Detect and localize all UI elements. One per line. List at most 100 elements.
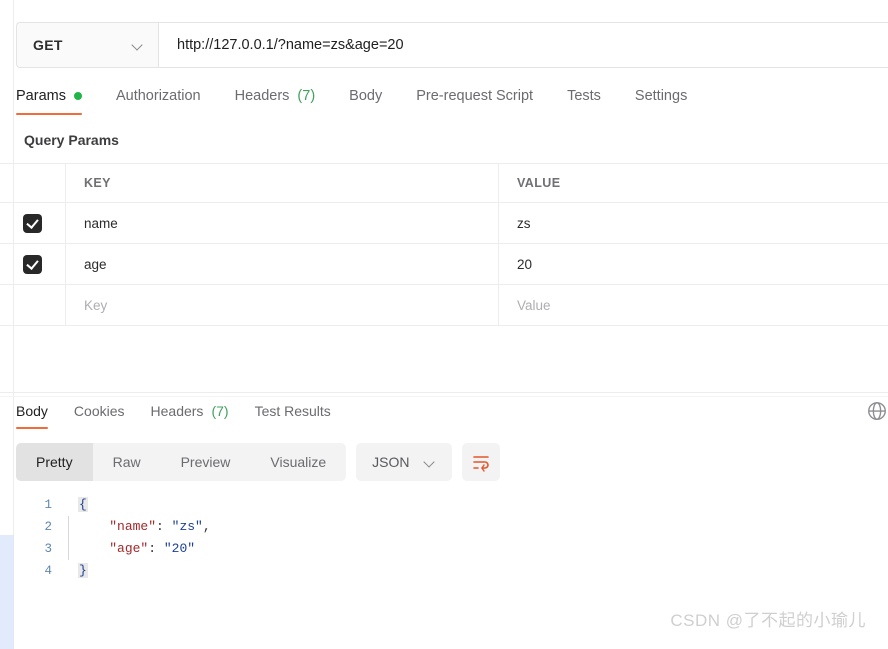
view-mode-visualize[interactable]: Visualize: [250, 443, 346, 481]
param-key-placeholder: Key: [84, 297, 108, 313]
json-value: "20": [163, 541, 196, 556]
json-separator: :: [148, 541, 164, 556]
tab-params[interactable]: Params: [16, 84, 82, 115]
response-tab-body-label: Body: [16, 403, 48, 419]
globe-icon[interactable]: [866, 400, 888, 422]
tab-headers-count: (7): [297, 88, 316, 104]
json-value: "zs": [171, 519, 203, 534]
view-mode-preview-label: Preview: [180, 454, 231, 470]
view-mode-pretty[interactable]: Pretty: [16, 443, 93, 481]
view-mode-preview[interactable]: Preview: [161, 443, 251, 481]
param-enabled-checkbox[interactable]: [23, 213, 42, 233]
param-value-text: 20: [517, 256, 533, 272]
wrap-text-button[interactable]: [461, 443, 500, 481]
line-number: 1: [44, 498, 52, 512]
tab-tests-label: Tests: [567, 88, 601, 104]
view-mode-visualize-label: Visualize: [270, 454, 327, 470]
tab-headers[interactable]: Headers (7): [235, 84, 316, 115]
params-modified-dot-icon: [73, 92, 82, 100]
param-value-placeholder: Value: [517, 297, 551, 313]
tab-settings[interactable]: Settings: [635, 84, 687, 115]
response-tab-test-results[interactable]: Test Results: [255, 400, 331, 429]
json-comma: ,: [202, 519, 211, 534]
tab-settings-label: Settings: [634, 88, 688, 104]
url-input[interactable]: http://127.0.0.1/?name=zs&age=20: [159, 23, 888, 67]
request-tabs: Params Authorization Headers (7) Body Pr…: [16, 84, 888, 120]
tab-pre-request-script[interactable]: Pre-request Script: [416, 84, 533, 115]
response-tab-cookies-label: Cookies: [73, 403, 125, 419]
code-content: "age": "20": [78, 538, 195, 560]
row-check-cell: [0, 285, 66, 325]
code-content: {: [78, 494, 88, 516]
param-key-text: age: [84, 256, 107, 272]
row-key-cell[interactable]: Key: [66, 285, 499, 325]
code-line: 4 }: [16, 560, 888, 582]
fold-guide: [62, 538, 78, 560]
row-value-cell[interactable]: zs: [499, 203, 888, 243]
param-value-text: zs: [517, 215, 531, 231]
left-rail-selected-strip: [0, 535, 14, 649]
param-key-text: name: [84, 215, 118, 231]
row-value-cell[interactable]: 20: [499, 244, 888, 284]
code-line: 1 {: [16, 494, 888, 516]
response-tab-headers[interactable]: Headers (7): [151, 400, 229, 429]
tab-authorization-label: Authorization: [115, 88, 201, 104]
code-content: }: [78, 560, 88, 582]
response-tab-cookies[interactable]: Cookies: [74, 400, 125, 429]
chevron-down-icon: [424, 456, 436, 468]
header-cell-check: [0, 164, 66, 202]
param-enabled-checkbox[interactable]: [23, 254, 42, 274]
query-params-table: KEY VALUE name zs age 20 Key Value: [0, 163, 888, 326]
code-content: "name": "zs",: [78, 516, 211, 538]
table-row: name zs: [0, 203, 888, 244]
watermark: CSDN @了不起的小瑜儿: [670, 611, 866, 630]
json-separator: :: [156, 519, 172, 534]
tab-body-label: Body: [349, 88, 383, 104]
code-line: 2 "name": "zs",: [16, 516, 888, 538]
table-row: age 20: [0, 244, 888, 285]
view-mode-raw[interactable]: Raw: [93, 443, 161, 481]
view-mode-pretty-label: Pretty: [36, 454, 73, 470]
tab-headers-label: Headers: [234, 88, 290, 104]
http-method-select[interactable]: GET: [17, 23, 159, 67]
json-key: "name": [109, 519, 157, 534]
fold-guide: [62, 516, 78, 538]
fold-marker[interactable]: [62, 494, 78, 516]
response-language-select[interactable]: JSON: [356, 443, 452, 481]
response-toolbar: Pretty Raw Preview Visualize JSON: [16, 443, 500, 481]
row-key-cell[interactable]: age: [66, 244, 499, 284]
panel-divider: [0, 392, 888, 393]
table-header-row: KEY VALUE: [0, 164, 888, 203]
response-language-label: JSON: [372, 454, 410, 470]
row-key-cell[interactable]: name: [66, 203, 499, 243]
chevron-down-icon: [132, 39, 144, 51]
json-key: "age": [109, 541, 149, 556]
response-tabs: Body Cookies Headers (7) Test Results: [14, 400, 888, 433]
header-cell-value: VALUE: [499, 164, 888, 202]
line-number: 4: [44, 564, 52, 578]
row-check-cell: [0, 203, 66, 243]
response-view-mode-group: Pretty Raw Preview Visualize: [16, 443, 347, 481]
row-value-cell[interactable]: Value: [499, 285, 888, 325]
response-tab-test-results-label: Test Results: [254, 403, 331, 419]
line-number: 3: [44, 542, 52, 556]
response-tab-headers-count: (7): [211, 403, 229, 419]
tab-pre-request-script-label: Pre-request Script: [416, 88, 534, 104]
postman-window: GET http://127.0.0.1/?name=zs&age=20 Par…: [0, 0, 888, 649]
url-text: http://127.0.0.1/?name=zs&age=20: [177, 37, 404, 53]
tab-authorization[interactable]: Authorization: [116, 84, 201, 115]
tab-tests[interactable]: Tests: [567, 84, 601, 115]
close-brace: }: [78, 563, 88, 578]
view-mode-raw-label: Raw: [112, 454, 141, 470]
tab-params-label: Params: [16, 88, 66, 104]
line-number: 2: [44, 520, 52, 534]
column-header-value: VALUE: [517, 176, 561, 190]
fold-marker[interactable]: [62, 560, 78, 582]
tab-body[interactable]: Body: [349, 84, 382, 115]
request-url-bar: GET http://127.0.0.1/?name=zs&age=20: [16, 22, 888, 68]
response-code-viewer[interactable]: 1 { 2 "name": "zs", 3 "age": "20" 4 }: [16, 494, 888, 582]
response-tab-body[interactable]: Body: [16, 400, 48, 429]
open-brace: {: [78, 497, 88, 512]
